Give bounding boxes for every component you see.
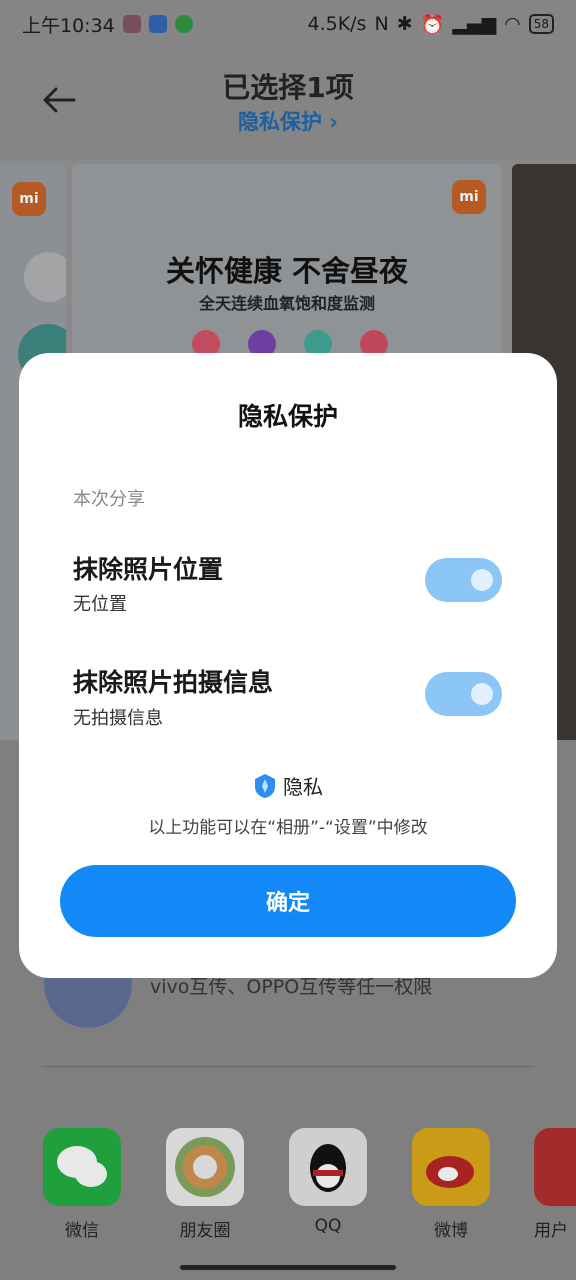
section-label: 本次分享 xyxy=(73,489,145,510)
share-app-label: 朋友圈 xyxy=(179,1221,231,1241)
privacy-dialog: 隐私保护 本次分享 抹除照片位置 无位置 抹除照片拍摄信息 无拍摄信息 隐私 以… xyxy=(19,353,557,978)
privacy-protection-link[interactable]: 隐私保护 › xyxy=(0,106,576,136)
home-indicator[interactable] xyxy=(180,1265,396,1270)
share-header: 已选择1项 隐私保护 › xyxy=(0,48,576,160)
remove-location-toggle[interactable] xyxy=(425,558,502,602)
bluetooth-icon: ✱ xyxy=(396,13,413,35)
remove-shooting-info-title: 抹除照片拍摄信息 xyxy=(73,668,274,697)
share-app-weibo[interactable]: 微博 xyxy=(411,1128,491,1241)
weibo-icon xyxy=(412,1128,490,1206)
notification-app-icon xyxy=(122,15,141,33)
notification-app-icon xyxy=(148,15,167,33)
share-app-label: 用户 xyxy=(534,1221,568,1241)
remove-location-subtitle: 无位置 xyxy=(73,594,127,615)
dialog-title: 隐私保护 xyxy=(237,402,338,431)
toggle-knob xyxy=(471,683,493,705)
moments-icon xyxy=(166,1128,244,1206)
card-subheadline: 全天连续血氧饱和度监测 xyxy=(198,294,375,313)
alarm-icon: ⏰ xyxy=(420,13,445,36)
remove-location-title: 抹除照片位置 xyxy=(73,555,224,584)
share-app-label: QQ xyxy=(314,1216,342,1236)
notification-app-icon xyxy=(174,15,193,33)
divider xyxy=(42,1066,534,1067)
share-apps-row: 微信 朋友圈 QQ 微博 用户 xyxy=(0,1128,576,1248)
share-app-more[interactable]: 用户 xyxy=(534,1128,576,1241)
share-app-label: 微博 xyxy=(434,1221,468,1241)
signal-icon: ▂▄▆ xyxy=(452,13,497,35)
confirm-button[interactable]: 确定 xyxy=(60,865,516,937)
elderly-icon xyxy=(24,252,66,302)
share-app-label: 微信 xyxy=(65,1221,99,1241)
remove-shooting-info-subtitle: 无拍摄信息 xyxy=(73,708,163,729)
remove-shooting-info-toggle[interactable] xyxy=(425,672,502,716)
card-headline: 关怀健康 不舍昼夜 xyxy=(165,254,409,288)
status-bar: 上午10:34 4.5K/s N ✱ ⏰ ▂▄▆ ◠ 58 xyxy=(0,0,576,48)
share-app-moments[interactable]: 朋友圈 xyxy=(165,1128,245,1241)
share-app-wechat[interactable]: 微信 xyxy=(42,1128,122,1241)
battery-icon: 58 xyxy=(528,14,554,34)
net-speed: 4.5K/s xyxy=(307,13,367,35)
mi-logo: mi xyxy=(12,182,46,216)
toggle-knob xyxy=(471,569,493,591)
privacy-brand-text: 隐私 xyxy=(283,775,323,799)
qq-icon xyxy=(289,1128,367,1206)
privacy-brand: 隐私 xyxy=(19,771,557,800)
mi-logo: mi xyxy=(452,180,486,214)
privacy-shield-icon xyxy=(255,773,275,798)
share-app-qq[interactable]: QQ xyxy=(288,1128,368,1236)
page-title: 已选择1项 xyxy=(222,71,354,104)
wifi-icon: ◠ xyxy=(504,13,521,35)
app-icon xyxy=(534,1128,576,1206)
wechat-icon xyxy=(43,1128,121,1206)
status-time: 上午10:34 xyxy=(22,14,115,37)
settings-hint: 以上功能可以在“相册”-“设置”中修改 xyxy=(148,818,428,838)
nfc-icon: N xyxy=(374,13,389,35)
